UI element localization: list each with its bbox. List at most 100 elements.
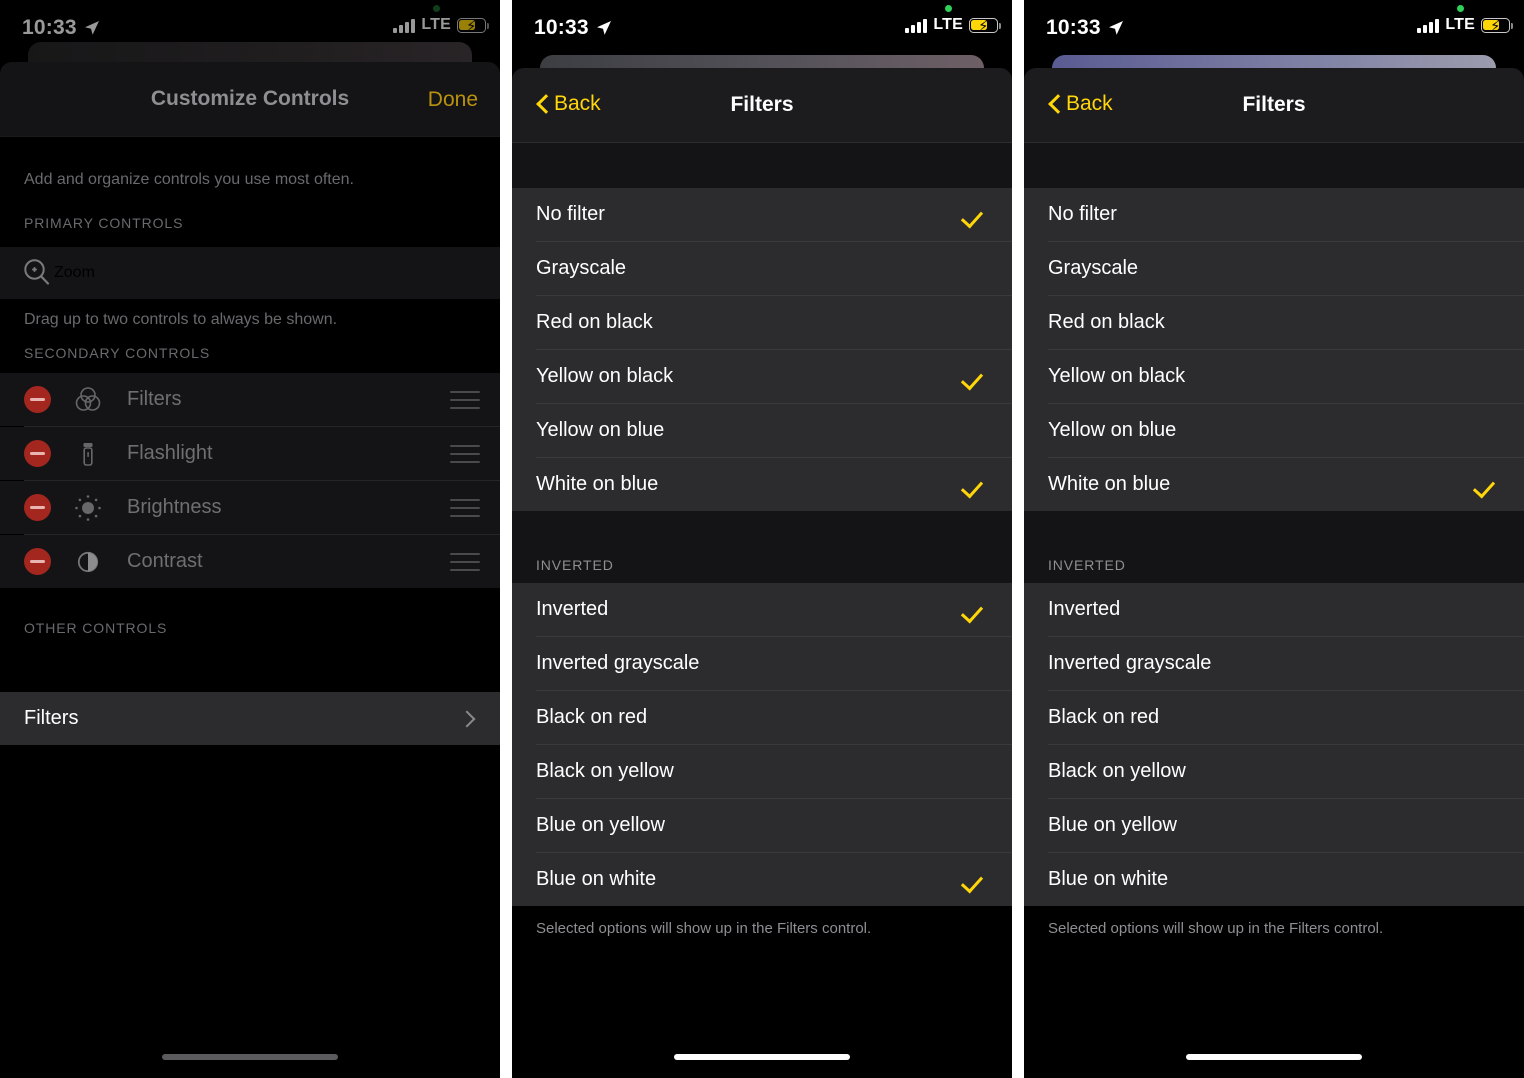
control-label: Brightness (127, 496, 222, 518)
primary-controls-header: PRIMARY CONTROLS (24, 215, 184, 231)
filters-group-standard: No filter Grayscale Red on black Yellow … (1024, 188, 1524, 511)
checkmark-icon (962, 651, 988, 677)
remove-icon[interactable] (24, 494, 51, 521)
remove-icon[interactable] (24, 548, 51, 575)
sheet-filters: Back Filters No filter Grayscale Red on … (512, 68, 1012, 1078)
zoom-magnifier-icon (20, 256, 54, 290)
cellular-bars-icon (1417, 18, 1440, 33)
home-indicator (162, 1054, 338, 1060)
control-row-contrast[interactable]: Contrast (0, 535, 500, 588)
checkmark-icon (1474, 256, 1500, 282)
remove-icon[interactable] (24, 386, 51, 413)
checkmark-icon (962, 418, 988, 444)
status-time: 10:33 (534, 16, 589, 39)
filter-label: Yellow on black (1048, 365, 1186, 387)
drag-handle-icon[interactable] (450, 498, 480, 517)
list-item[interactable]: Yellow on blue (512, 404, 1012, 457)
filter-label: Black on red (1048, 706, 1160, 728)
nav-bar: Back Filters (1024, 68, 1524, 142)
status-bar: 10:33 LTE ⚡ (1024, 0, 1524, 58)
secondary-controls-header: SECONDARY CONTROLS (24, 345, 211, 361)
filter-label: No filter (536, 203, 605, 225)
page-title: Filters (730, 93, 794, 116)
list-item[interactable]: Black on red (1024, 691, 1524, 744)
primary-footnote: Drag up to two controls to always be sho… (24, 311, 338, 328)
location-arrow-icon (596, 20, 612, 36)
list-item[interactable]: Blue on white (512, 853, 1012, 906)
list-item[interactable]: White on blue (1024, 458, 1524, 511)
filter-label: Inverted grayscale (536, 652, 700, 674)
checkmark-icon (1474, 813, 1500, 839)
inverted-group-header: INVERTED (1024, 511, 1524, 583)
checkmark-icon (1474, 705, 1500, 731)
controls-scroll-area: Add and organize controls you use most o… (0, 137, 500, 1078)
filter-label: Black on yellow (536, 760, 674, 782)
phone-panel-filters-selected: 10:33 LTE ⚡ Back Filters No filter Grays… (512, 0, 1012, 1078)
control-label: Filters (24, 707, 79, 729)
cellular-bars-icon (905, 18, 928, 33)
checkmark-icon (962, 867, 988, 893)
filter-label: Red on black (536, 311, 653, 333)
filter-label: Blue on white (1048, 868, 1169, 890)
control-row-brightness[interactable]: Brightness (0, 481, 500, 534)
cellular-bars-icon (393, 18, 416, 33)
filter-label: Blue on white (536, 868, 657, 890)
filter-label: White on blue (1048, 473, 1171, 495)
filter-label: Yellow on blue (536, 419, 665, 441)
checkmark-icon (1474, 867, 1500, 893)
checkmark-icon (962, 705, 988, 731)
sheet-customize-controls: Customize Controls Done Add and organize… (0, 62, 500, 1078)
list-item[interactable]: Inverted (1024, 583, 1524, 636)
control-row-filters[interactable]: Filters (0, 373, 500, 426)
group-top-gap (512, 143, 1012, 188)
status-bar: 10:33 LTE ⚡ (512, 0, 1012, 58)
checkmark-icon (1474, 418, 1500, 444)
filter-label: Black on red (536, 706, 648, 728)
battery-charging-icon: ⚡ (1481, 17, 1514, 35)
home-indicator (1186, 1054, 1362, 1060)
list-item[interactable]: Red on black (512, 296, 1012, 349)
list-item[interactable]: Blue on yellow (1024, 799, 1524, 852)
list-item[interactable]: White on blue (512, 458, 1012, 511)
filters-group-standard: No filter Grayscale Red on black Yellow … (512, 188, 1012, 511)
list-item[interactable]: No filter (512, 188, 1012, 241)
drag-handle-icon[interactable] (450, 444, 480, 463)
list-item[interactable]: Yellow on black (512, 350, 1012, 403)
customize-blurb: Add and organize controls you use most o… (24, 171, 354, 188)
checkmark-icon (962, 759, 988, 785)
list-item[interactable]: Yellow on black (1024, 350, 1524, 403)
list-item[interactable]: Black on red (512, 691, 1012, 744)
list-item[interactable]: Blue on yellow (512, 799, 1012, 852)
done-button[interactable]: Done (428, 88, 478, 112)
filter-label: No filter (1048, 203, 1117, 225)
list-item[interactable]: Inverted grayscale (512, 637, 1012, 690)
nav-bar: Customize Controls Done (0, 62, 500, 136)
remove-icon[interactable] (24, 440, 51, 467)
control-row-flashlight[interactable]: Flashlight (0, 427, 500, 480)
list-item[interactable]: Grayscale (1024, 242, 1524, 295)
list-item[interactable]: No filter (1024, 188, 1524, 241)
control-label: Filters (127, 388, 182, 410)
filter-label: Blue on yellow (1048, 814, 1177, 836)
list-item[interactable]: Inverted grayscale (1024, 637, 1524, 690)
list-item[interactable]: Grayscale (512, 242, 1012, 295)
checkmark-icon (962, 364, 988, 390)
list-item[interactable]: Inverted (512, 583, 1012, 636)
filters-footnote: Selected options will show up in the Fil… (512, 906, 1012, 937)
filter-label: Red on black (1048, 311, 1165, 333)
drag-handle-icon[interactable] (450, 390, 480, 409)
checkmark-icon (962, 310, 988, 336)
other-control-row-filters[interactable]: Filters (0, 692, 500, 745)
list-item[interactable]: Red on black (1024, 296, 1524, 349)
control-label: Zoom (54, 264, 95, 281)
list-item[interactable]: Yellow on blue (1024, 404, 1524, 457)
control-row-zoom[interactable]: Zoom (0, 247, 500, 299)
list-item[interactable]: Blue on white (1024, 853, 1524, 906)
list-item[interactable]: Black on yellow (512, 745, 1012, 798)
status-right-cluster: LTE ⚡ (393, 17, 490, 35)
list-item[interactable]: Black on yellow (1024, 745, 1524, 798)
checkmark-icon (1474, 310, 1500, 336)
checkmark-icon (1474, 472, 1500, 498)
secondary-controls-group: Filters Flashlight Brightness Contrast (0, 373, 500, 588)
drag-handle-icon[interactable] (450, 552, 480, 571)
